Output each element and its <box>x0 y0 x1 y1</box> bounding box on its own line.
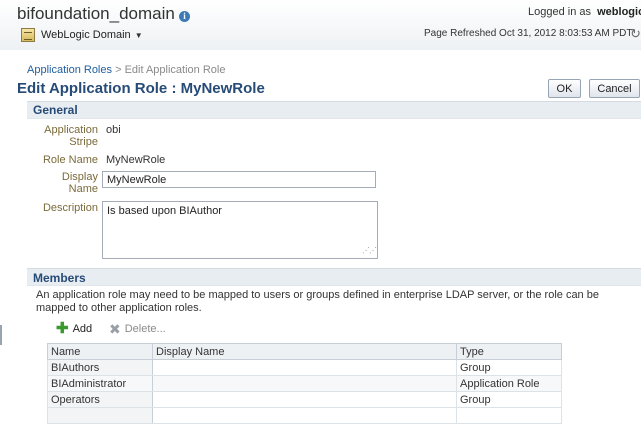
table-header-row: Name Display Name Type <box>47 343 562 360</box>
member-display-name <box>152 375 457 392</box>
logged-in-prefix: Logged in as <box>528 6 591 18</box>
add-member-button[interactable]: ✚ Add <box>56 320 93 337</box>
role-name-value: MyNewRole <box>106 154 166 166</box>
ok-button[interactable]: OK <box>548 79 581 98</box>
breadcrumb-application-roles-link[interactable]: Application Roles <box>27 64 112 76</box>
weblogic-domain-menu[interactable]: WebLogic Domain ▼ <box>21 26 143 44</box>
description-label: Description <box>42 202 98 214</box>
column-header-display-name[interactable]: Display Name <box>152 343 457 360</box>
refresh-icon[interactable]: ↻ <box>630 26 641 42</box>
table-row <box>47 407 562 424</box>
logged-in-user[interactable]: weblogic <box>597 6 641 18</box>
delete-label: Delete... <box>124 323 166 335</box>
page-title: Edit Application Role : MyNewRole <box>17 80 265 97</box>
panel-splitter[interactable] <box>0 325 2 345</box>
member-name: BIAuthors <box>47 359 153 376</box>
resize-grip-icon[interactable]: ⋰⋰ <box>362 246 377 255</box>
add-icon: ✚ <box>56 320 69 337</box>
column-header-type[interactable]: Type <box>456 343 562 360</box>
member-type: Application Role <box>456 375 562 392</box>
members-description: An application role may need to be mappe… <box>36 289 599 314</box>
page-refreshed-text: Page Refreshed Oct 31, 2012 8:03:53 AM P… <box>424 28 633 39</box>
member-display-name <box>152 359 457 376</box>
members-section-title: Members <box>33 271 86 285</box>
weblogic-domain-menu-label: WebLogic Domain <box>41 29 131 41</box>
application-stripe-value: obi <box>106 124 121 136</box>
info-icon[interactable]: i <box>179 11 190 22</box>
table-row[interactable]: BIAdministrator Application Role <box>47 375 562 392</box>
display-name-field[interactable] <box>102 171 376 188</box>
column-header-name[interactable]: Name <box>47 343 153 360</box>
members-section-header <box>27 268 641 286</box>
weblogic-domain-icon <box>21 28 35 42</box>
member-type: Group <box>456 359 562 376</box>
delete-icon: ✖ <box>109 321 121 337</box>
member-name: Operators <box>47 391 153 408</box>
chevron-down-icon: ▼ <box>134 30 143 40</box>
add-label: Add <box>72 323 93 335</box>
application-stripe-label: Application Stripe <box>44 124 98 148</box>
member-type: Group <box>456 391 562 408</box>
display-name-label: Display Name <box>61 171 98 195</box>
cancel-button[interactable]: Cancel <box>589 79 640 98</box>
domain-title: bifoundation_domain <box>17 4 175 23</box>
general-section-title: General <box>33 103 78 117</box>
role-name-label: Role Name <box>42 154 98 166</box>
member-display-name <box>152 391 457 408</box>
members-table: Name Display Name Type BIAuthors Group B… <box>47 343 562 424</box>
table-row[interactable]: Operators Group <box>47 391 562 408</box>
delete-member-button[interactable]: ✖ Delete... <box>109 322 166 336</box>
logged-in-status: Logged in as weblogic <box>528 6 641 18</box>
breadcrumb: Application Roles > Edit Application Rol… <box>27 64 225 76</box>
table-row[interactable]: BIAuthors Group <box>47 359 562 376</box>
member-name: BIAdministrator <box>47 375 153 392</box>
breadcrumb-current: Edit Application Role <box>124 64 226 76</box>
description-field[interactable]: Is based upon BIAuthor <box>102 201 378 259</box>
breadcrumb-separator: > <box>115 64 122 76</box>
general-section-header <box>27 101 641 119</box>
